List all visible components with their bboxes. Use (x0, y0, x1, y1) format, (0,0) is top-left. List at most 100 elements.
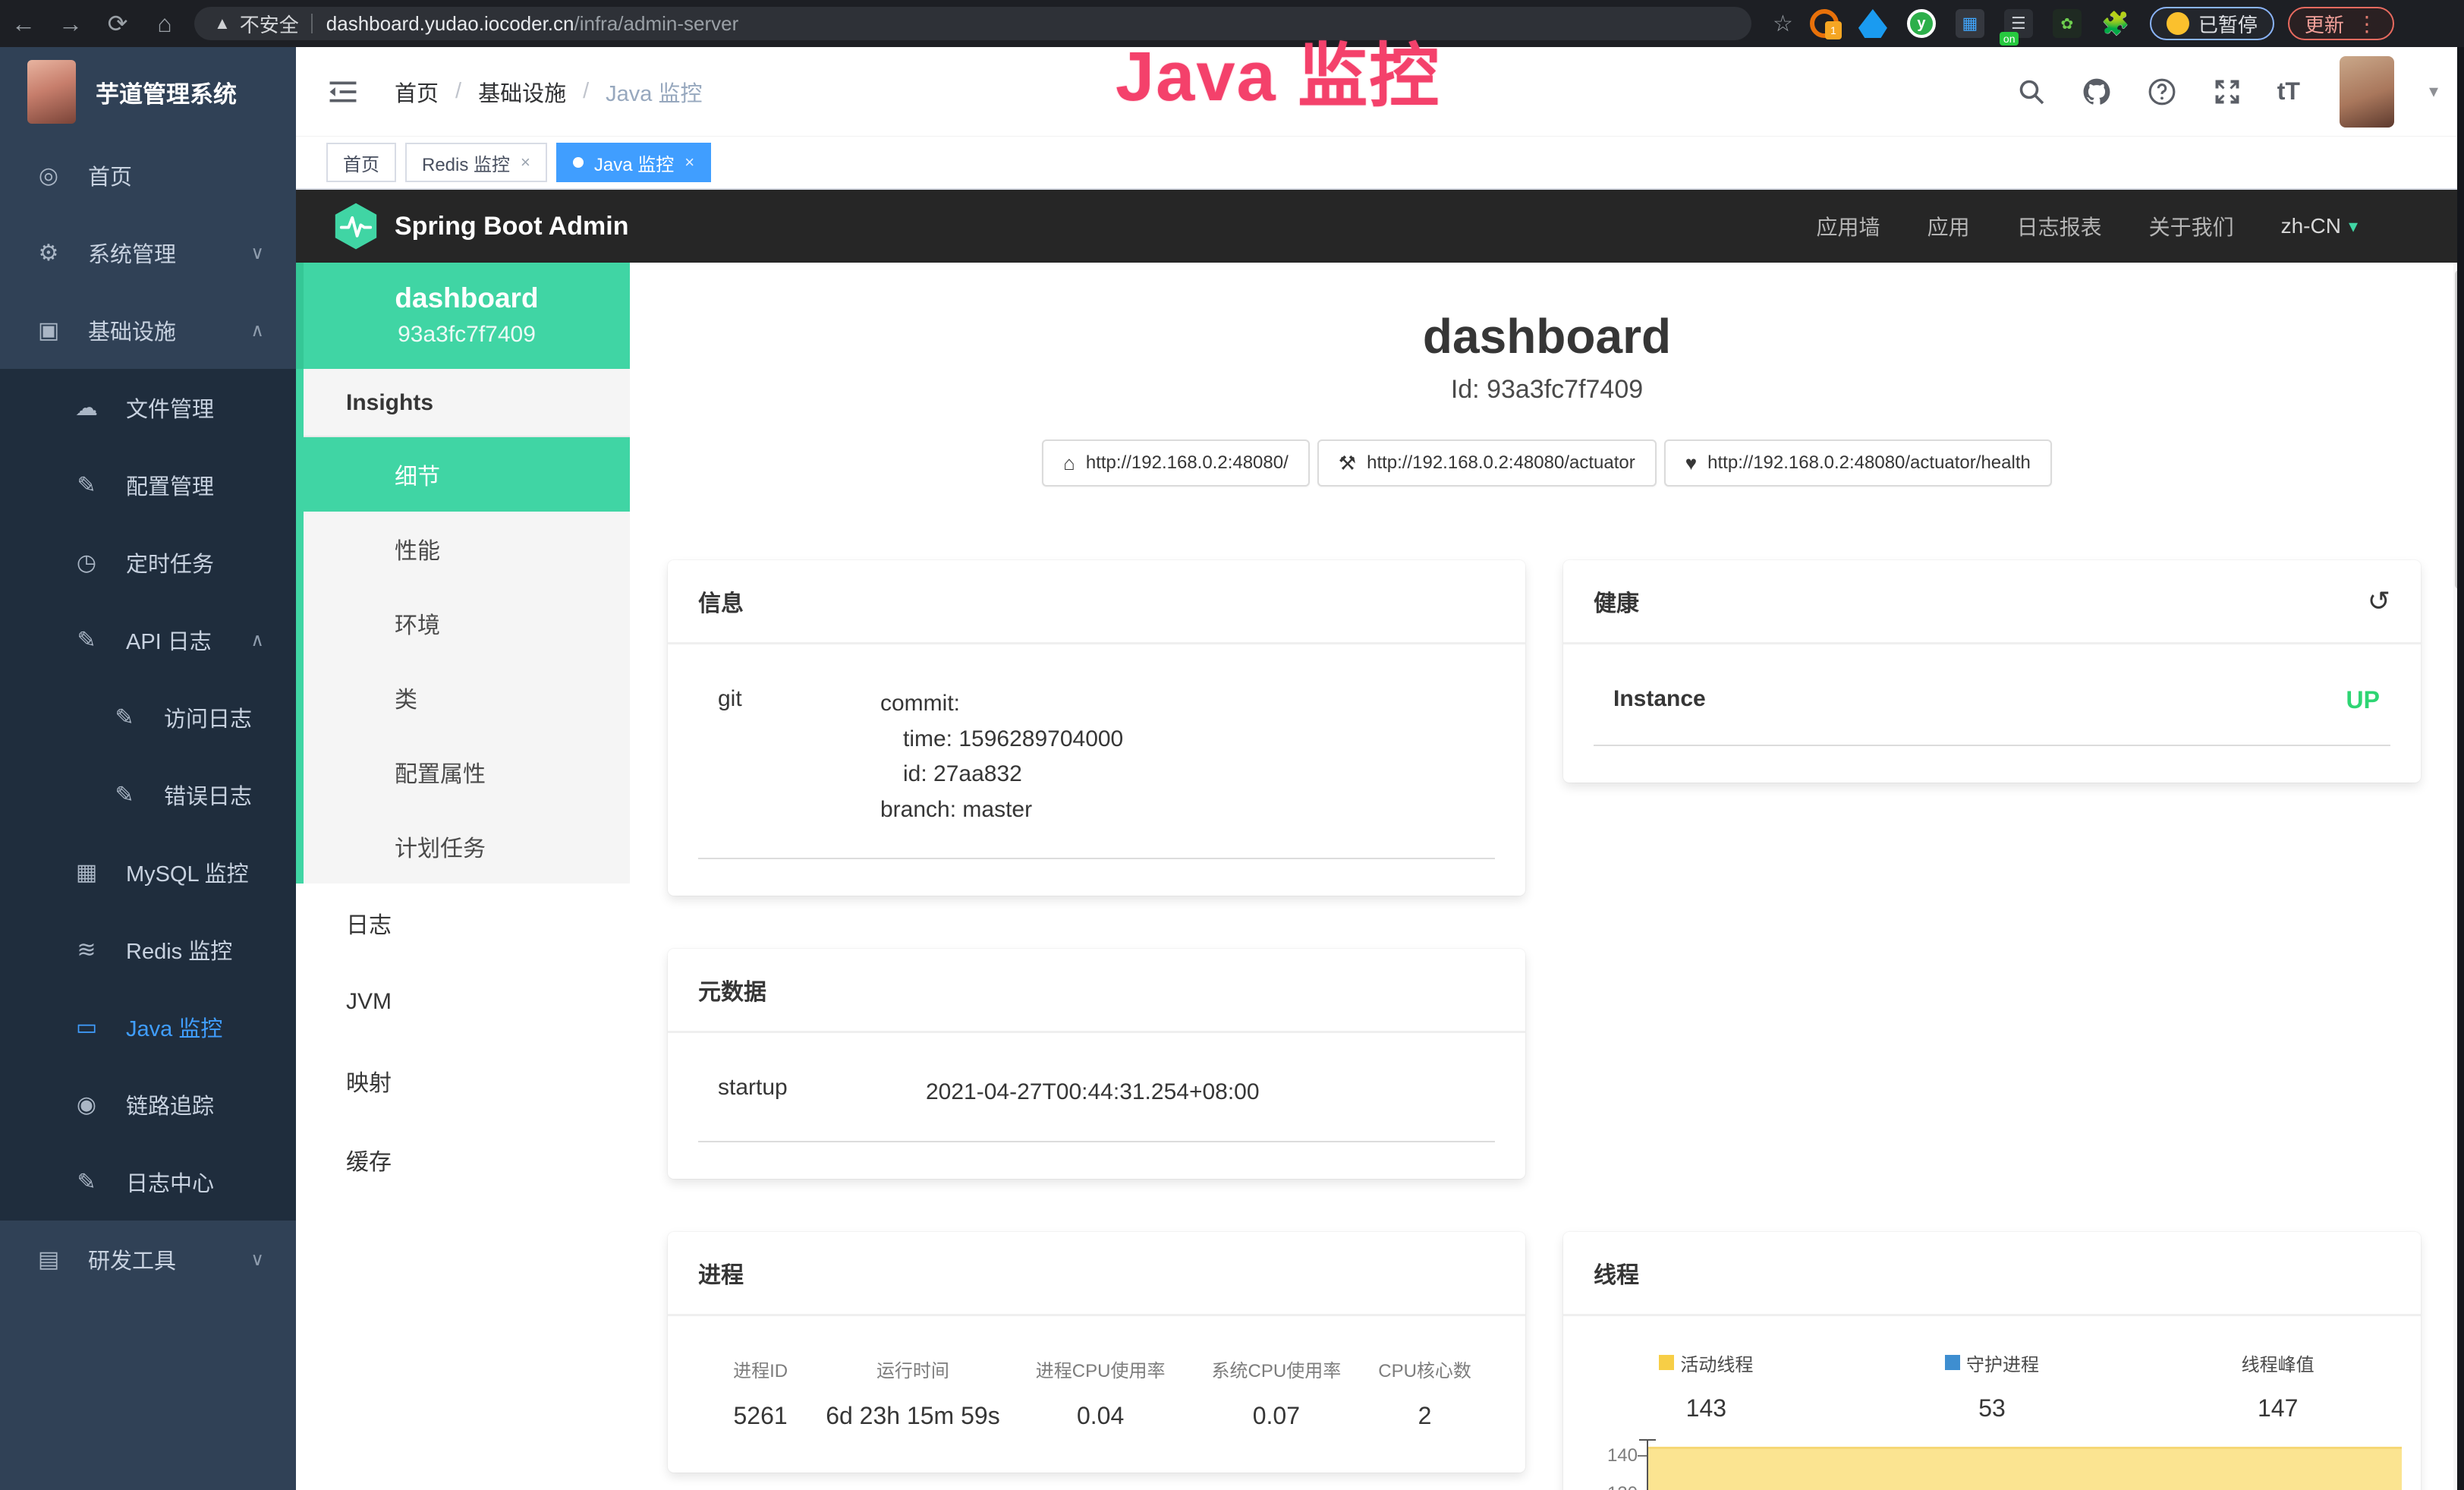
breadcrumb-infrastructure[interactable]: 基础设施 (478, 76, 566, 108)
sba-item-details[interactable]: 细节 (304, 437, 630, 512)
sidebar-item-system-management[interactable]: ⚙ 系统管理 ∨ (0, 214, 296, 291)
browser-back-button[interactable]: ← (0, 10, 47, 38)
log-icon: ✎ (108, 704, 141, 731)
actuator-url-button[interactable]: ⚒ http://192.168.0.2:48080/actuator (1317, 439, 1657, 487)
col-header: 进程CPU使用率 (1011, 1356, 1191, 1382)
sba-item-config-props[interactable]: 配置属性 (304, 735, 630, 809)
sba-body: dashboard 93a3fc7f7409 Insights 细节 性能 环境… (296, 263, 2464, 1490)
col-value: 6d 23h 15m 59s (815, 1402, 1011, 1430)
history-icon[interactable]: ↺ (2368, 587, 2390, 615)
sidebar-item-label: 日志中心 (126, 1166, 214, 1198)
window-edge-scrollbar[interactable] (2457, 47, 2464, 1490)
sidebar-item-error-logs[interactable]: ✎ 错误日志 (0, 756, 296, 833)
update-button[interactable]: 更新 ⋮ (2288, 7, 2394, 40)
ext-green-y-icon[interactable]: y (1907, 9, 1936, 38)
browser-home-button[interactable]: ⌂ (141, 10, 188, 38)
cards-grid: 信息 git commit: time: 1596289704000 id: 2… (668, 560, 2421, 1490)
avatar-caret-icon[interactable]: ▾ (2429, 80, 2438, 102)
ext-list-icon[interactable]: ☰on (2004, 9, 2033, 38)
sba-item-scheduled-tasks[interactable]: 计划任务 (304, 809, 630, 884)
font-size-icon[interactable]: tT (2277, 77, 2300, 106)
tab-redis-monitor[interactable]: Redis 监控 × (405, 143, 547, 182)
ext-puzzle-icon[interactable]: 🧩 (2101, 9, 2130, 38)
browser-forward-button[interactable]: → (47, 10, 94, 38)
info-card-header: 信息 (668, 560, 1525, 644)
sidebar-item-trace[interactable]: ◉ 链路追踪 (0, 1066, 296, 1143)
sba-brand[interactable]: Spring Boot Admin (334, 202, 628, 250)
git-branch-line: branch: master (880, 792, 1495, 828)
health-url-button[interactable]: ♥ http://192.168.0.2:48080/actuator/heal… (1664, 439, 2052, 487)
browser-menu-icon[interactable]: ⋮ (2356, 11, 2377, 36)
sidebar-item-scheduled-jobs[interactable]: ◷ 定时任务 (0, 524, 296, 601)
sba-language-select[interactable]: zh-CN ▾ (2281, 214, 2358, 238)
sidebar-item-java-monitor[interactable]: ▭ Java 监控 (0, 988, 296, 1066)
github-icon[interactable] (2082, 77, 2112, 107)
tab-java-monitor[interactable]: Java 监控 × (556, 143, 711, 182)
sba-nav: 应用墙 应用 日志报表 关于我们 zh-CN ▾ (1817, 211, 2358, 241)
main-column: 首页 / 基础设施 / Java 监控 tT (296, 47, 2464, 1490)
service-url-button[interactable]: ⌂ http://192.168.0.2:48080/ (1042, 439, 1310, 487)
close-icon[interactable]: × (521, 153, 530, 172)
sidebar-item-log-center[interactable]: ✎ 日志中心 (0, 1143, 296, 1221)
paused-pill[interactable]: 已暂停 (2150, 7, 2274, 40)
sidebar-item-mysql-monitor[interactable]: ▦ MySQL 监控 (0, 833, 296, 911)
sba-nav-journal[interactable]: 日志报表 (2017, 211, 2102, 241)
app-shell: 芋道管理系统 ◎ 首页 ⚙ 系统管理 ∨ ▣ 基础设施 ∧ ☁ 文件管理 ✎ (0, 47, 2464, 1490)
breadcrumb-current: Java 监控 (606, 76, 702, 108)
sidebar-item-redis-monitor[interactable]: ≋ Redis 监控 (0, 911, 296, 988)
fullscreen-icon[interactable] (2212, 77, 2242, 107)
col-header: 进程ID (706, 1356, 815, 1382)
sidebar-item-config-management[interactable]: ✎ 配置管理 (0, 446, 296, 524)
sba-nav-about[interactable]: 关于我们 (2149, 211, 2234, 241)
legend-peak: 线程峰值 147 (2135, 1350, 2421, 1422)
ext-pin-icon[interactable] (1858, 9, 1887, 38)
sba-item-mappings[interactable]: 映射 (296, 1041, 630, 1120)
sba-item-classes[interactable]: 类 (304, 660, 630, 735)
legend-value: 143 (1563, 1394, 1849, 1422)
search-icon[interactable] (2016, 77, 2047, 107)
sidebar-item-home[interactable]: ◎ 首页 (0, 137, 296, 214)
sba-item-jvm[interactable]: JVM (296, 962, 630, 1041)
sba-app-header[interactable]: dashboard 93a3fc7f7409 (296, 263, 630, 369)
ext-orange-badge: 1 (1825, 21, 1842, 39)
sidebar-item-label: 定时任务 (126, 547, 214, 578)
ext-orange-icon[interactable]: 1 (1810, 9, 1839, 38)
close-icon[interactable]: × (684, 153, 694, 172)
sidebar-item-api-logs[interactable]: ✎ API 日志 ∧ (0, 601, 296, 679)
sba-item-metrics[interactable]: 性能 (304, 512, 630, 586)
cpu-cores-col: CPU核心数 2 (1362, 1356, 1487, 1430)
sba-item-caches[interactable]: 缓存 (296, 1120, 630, 1199)
gear-icon: ⚙ (32, 240, 65, 266)
tab-label: Redis 监控 (422, 150, 510, 176)
sidebar-item-file-management[interactable]: ☁ 文件管理 (0, 369, 296, 446)
active-tab-dot (573, 157, 584, 168)
sba-nav-wallboard[interactable]: 应用墙 (1817, 211, 1880, 241)
sidebar-item-label: 研发工具 (88, 1243, 176, 1275)
security-label: 不安全 (240, 10, 299, 38)
browser-reload-button[interactable]: ⟳ (94, 9, 141, 38)
sba-nav-applications[interactable]: 应用 (1927, 211, 1970, 241)
process-uptime-col: 运行时间 6d 23h 15m 59s (815, 1356, 1011, 1430)
legend-value: 147 (2135, 1394, 2421, 1422)
address-bar[interactable]: ▲ 不安全 dashboard.yudao.iocoder.cn /infra/… (194, 7, 1751, 40)
threads-card-title: 线程 (1594, 1256, 1639, 1290)
collapse-sidebar-icon[interactable] (328, 77, 358, 107)
ext-grid-icon[interactable]: ▦ (1956, 9, 1984, 38)
ext-leaf-icon[interactable]: ✿ (2053, 9, 2082, 38)
sidebar-item-infrastructure[interactable]: ▣ 基础设施 ∧ (0, 291, 296, 369)
breadcrumb-home[interactable]: 首页 (395, 76, 439, 108)
user-avatar[interactable] (2340, 56, 2394, 128)
wrench-icon: ⚒ (1339, 452, 1356, 475)
sba-item-logs[interactable]: 日志 (296, 884, 630, 962)
url-host: dashboard.yudao.iocoder.cn (326, 12, 574, 36)
sidebar-item-access-logs[interactable]: ✎ 访问日志 (0, 679, 296, 756)
sba-item-environment[interactable]: 环境 (304, 586, 630, 660)
sba-language-value: zh-CN (2281, 214, 2341, 238)
tab-home[interactable]: 首页 (326, 143, 396, 182)
sidebar-item-dev-tools[interactable]: ▤ 研发工具 ∨ (0, 1221, 296, 1298)
heartbeat-icon: ♥ (1685, 452, 1697, 475)
ext-on-badge: on (2000, 32, 2019, 46)
bookmark-star-icon[interactable]: ☆ (1773, 11, 1793, 37)
help-icon[interactable] (2147, 77, 2177, 107)
breadcrumb-separator: / (583, 79, 589, 104)
